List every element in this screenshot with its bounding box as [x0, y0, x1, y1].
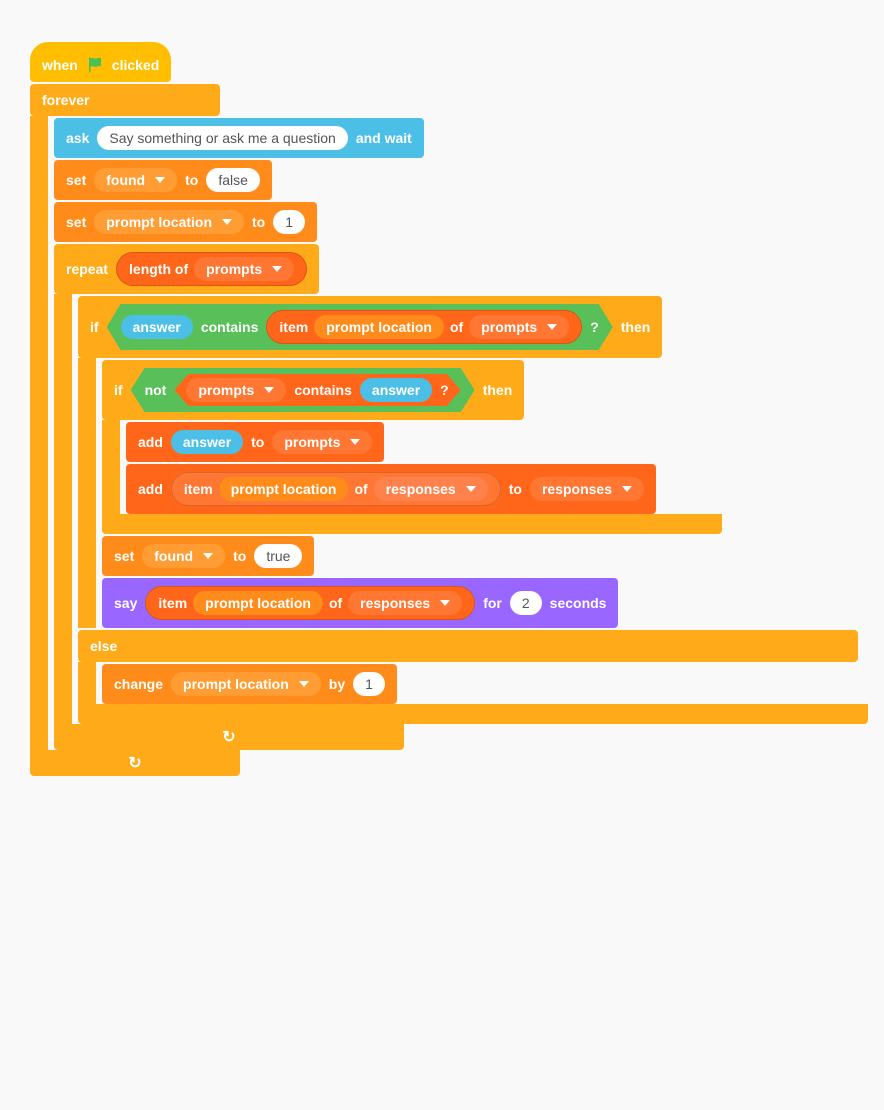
- repeat-body: if answer contains item prompt location …: [54, 294, 854, 724]
- if-not-contains-block[interactable]: if not prompts contains answer ? then: [102, 360, 524, 420]
- set-label: set: [114, 548, 134, 564]
- loop-arrow-icon: ↻: [222, 727, 235, 747]
- ask-text-input[interactable]: Say something or ask me a question: [97, 126, 347, 150]
- contains-label: contains: [201, 319, 259, 335]
- var-dropdown-found[interactable]: found: [142, 544, 225, 568]
- change-label: change: [114, 676, 163, 692]
- item-of-reporter[interactable]: item prompt location of prompts: [266, 310, 582, 344]
- list-dropdown-prompts[interactable]: prompts: [272, 430, 372, 454]
- chevron-down-icon: [272, 266, 282, 272]
- add-answer-block[interactable]: add answer to prompts: [126, 422, 384, 462]
- else-bar[interactable]: else: [78, 630, 858, 662]
- list-contains-operator[interactable]: prompts contains answer ?: [174, 374, 460, 406]
- set-found-true-block[interactable]: set found to true: [102, 536, 314, 576]
- item-of-reporter[interactable]: item prompt location of responses: [171, 472, 501, 506]
- script-root: when clicked forever ask Say something o…: [30, 40, 854, 776]
- set-found-block[interactable]: set found to false: [54, 160, 272, 200]
- for-label: for: [483, 595, 502, 611]
- set-label: set: [66, 214, 86, 230]
- if-label: if: [90, 319, 99, 335]
- add-label: add: [138, 481, 163, 497]
- to-label: to: [252, 214, 265, 230]
- list-dropdown-responses[interactable]: responses: [530, 477, 644, 501]
- var-dropdown-prompt-location[interactable]: prompt location: [171, 672, 321, 696]
- repeat-block[interactable]: repeat length of prompts: [54, 244, 319, 294]
- ask-label: ask: [66, 130, 89, 146]
- loop-arrow-icon: ↻: [128, 753, 141, 773]
- to-label: to: [185, 172, 198, 188]
- repeat-end: ↻: [54, 724, 404, 750]
- var-reporter-prompt-location[interactable]: prompt location: [219, 477, 349, 501]
- answer-reporter[interactable]: answer: [360, 378, 432, 402]
- else-body: change prompt location by 1: [78, 662, 854, 704]
- set-prompt-location-block[interactable]: set prompt location to 1: [54, 202, 317, 242]
- add-label: add: [138, 434, 163, 450]
- var-reporter-prompt-location[interactable]: prompt location: [193, 591, 323, 615]
- list-dropdown-prompts[interactable]: prompts: [194, 257, 294, 281]
- value-input[interactable]: true: [254, 544, 302, 568]
- when-flag-clicked-block[interactable]: when clicked: [30, 42, 171, 82]
- list-dropdown-responses[interactable]: responses: [348, 591, 462, 615]
- to-label: to: [251, 434, 264, 450]
- value-input[interactable]: 1: [273, 210, 305, 234]
- change-prompt-location-block[interactable]: change prompt location by 1: [102, 664, 397, 704]
- say-block[interactable]: say item prompt location of responses fo…: [102, 578, 618, 628]
- else-label: else: [90, 638, 117, 654]
- list-dropdown-prompts[interactable]: prompts: [469, 315, 569, 339]
- value-input[interactable]: false: [206, 168, 260, 192]
- chevron-down-icon: [350, 439, 360, 445]
- seconds-input[interactable]: 2: [510, 591, 542, 615]
- list-dropdown-prompts[interactable]: prompts: [186, 378, 286, 402]
- chevron-down-icon: [264, 387, 274, 393]
- by-label: by: [329, 676, 345, 692]
- answer-reporter[interactable]: answer: [121, 315, 193, 339]
- qmark: ?: [440, 382, 449, 398]
- if2-end: [102, 514, 722, 534]
- if2-body: add answer to prompts add item prompt lo…: [102, 420, 854, 514]
- if1-body: if not prompts contains answer ? then: [78, 358, 854, 628]
- forever-body: ask Say something or ask me a question a…: [30, 116, 854, 750]
- when-label: when: [42, 57, 78, 73]
- and-wait-label: and wait: [356, 130, 412, 146]
- chevron-down-icon: [222, 219, 232, 225]
- chevron-down-icon: [299, 681, 309, 687]
- forever-block[interactable]: forever: [30, 84, 220, 116]
- ask-block[interactable]: ask Say something or ask me a question a…: [54, 118, 424, 158]
- chevron-down-icon: [203, 553, 213, 559]
- var-dropdown-prompt-location[interactable]: prompt location: [94, 210, 244, 234]
- forever-end: ↻: [30, 750, 240, 776]
- then-label: then: [483, 382, 513, 398]
- chevron-down-icon: [622, 486, 632, 492]
- repeat-label: repeat: [66, 261, 108, 277]
- if-label: if: [114, 382, 123, 398]
- forever-label: forever: [42, 92, 89, 108]
- seconds-label: seconds: [550, 595, 607, 611]
- if1-end: [78, 704, 868, 724]
- to-label: to: [509, 481, 522, 497]
- length-of-reporter[interactable]: length of prompts: [116, 252, 307, 286]
- chevron-down-icon: [466, 486, 476, 492]
- set-label: set: [66, 172, 86, 188]
- qmark: ?: [590, 319, 599, 335]
- green-flag-icon: [86, 56, 104, 74]
- chevron-down-icon: [440, 600, 450, 606]
- add-item-responses-block[interactable]: add item prompt location of responses to…: [126, 464, 656, 514]
- answer-reporter[interactable]: answer: [171, 430, 243, 454]
- then-label: then: [621, 319, 651, 335]
- chevron-down-icon: [155, 177, 165, 183]
- to-label: to: [233, 548, 246, 564]
- clicked-label: clicked: [112, 57, 159, 73]
- contains-operator[interactable]: answer contains item prompt location of …: [107, 304, 613, 350]
- var-dropdown-found[interactable]: found: [94, 168, 177, 192]
- not-operator[interactable]: not prompts contains answer ?: [131, 368, 475, 412]
- list-dropdown-responses[interactable]: responses: [374, 477, 488, 501]
- value-input[interactable]: 1: [353, 672, 385, 696]
- item-of-reporter[interactable]: item prompt location of responses: [145, 586, 475, 620]
- var-reporter-prompt-location[interactable]: prompt location: [314, 315, 444, 339]
- say-label: say: [114, 595, 137, 611]
- if-contains-block[interactable]: if answer contains item prompt location …: [78, 296, 662, 358]
- contains-label: contains: [294, 382, 352, 398]
- chevron-down-icon: [547, 324, 557, 330]
